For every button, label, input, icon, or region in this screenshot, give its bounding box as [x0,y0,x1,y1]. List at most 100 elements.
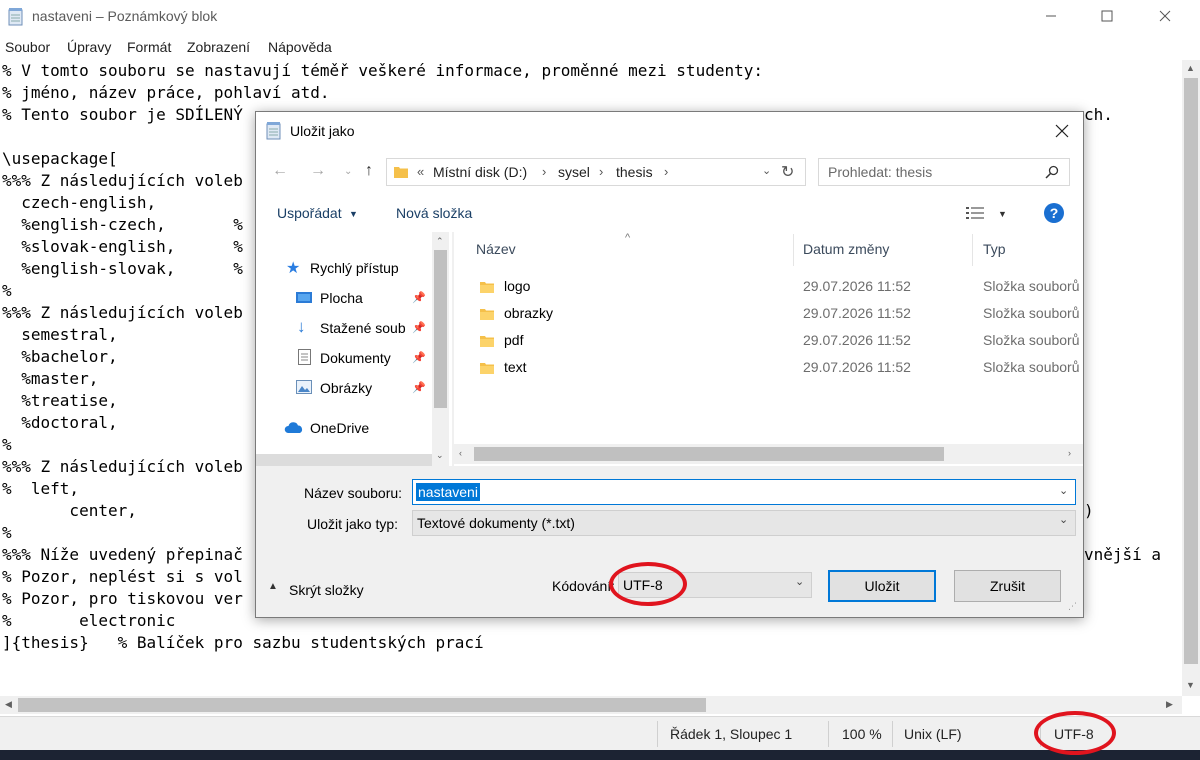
editor-vertical-scrollbar[interactable]: ▲ ▼ [1182,60,1200,696]
column-divider[interactable] [793,234,794,266]
code-line: %treatise, [2,391,118,410]
pin-icon: 📌 [412,382,426,394]
breadcrumb-folder-sysel[interactable]: sysel [558,164,590,180]
nav-item-selected-partial[interactable] [256,454,432,466]
column-header-type[interactable]: Typ [983,241,1006,257]
file-row[interactable]: pdf 29.07.2026 11:52 Složka souborů [454,328,1083,355]
forward-arrow-icon[interactable]: → [310,162,326,180]
status-divider [657,721,658,747]
filename-label: Název souboru: [304,485,403,501]
scroll-down-icon[interactable]: ▼ [1186,680,1195,690]
hide-folders-label: Skrýt složky [289,582,364,598]
code-line: %%% Z následujících voleb [2,457,243,476]
file-type: Složka souborů [983,278,1080,294]
maximize-button[interactable] [1084,0,1130,32]
column-header-date[interactable]: Datum změny [803,241,889,257]
column-divider[interactable] [972,234,973,266]
refresh-icon[interactable]: ↻ [781,162,794,182]
scroll-down-icon[interactable]: ⌄ [436,450,444,461]
scroll-right-icon[interactable]: › [1068,448,1071,458]
chevron-down-icon[interactable]: ⌄ [1059,513,1068,526]
svg-text:?: ? [1050,205,1059,221]
search-box[interactable]: Prohledat: thesis [818,158,1070,186]
search-icon[interactable] [1045,165,1059,179]
file-list-scrollbar[interactable]: ‹ › [454,444,1083,464]
address-dropdown-icon[interactable]: ⌄ [762,164,771,177]
close-window-button[interactable] [1142,0,1188,32]
chevron-down-icon[interactable]: ⌄ [795,575,804,588]
scroll-up-icon[interactable]: ⌃ [436,236,444,247]
breadcrumb-drive[interactable]: Místní disk (D:) [433,164,527,180]
cancel-button[interactable]: Zrušit [954,570,1061,602]
nav-item-documents[interactable]: Dokumenty 📌 [296,346,452,370]
nav-item-label: OneDrive [310,420,370,436]
annotation-circle-dialog-encoding [609,562,687,606]
filename-field[interactable]: nastaveni ⌄ [412,479,1076,505]
pictures-icon [296,380,312,394]
chevron-down-icon[interactable]: ▼ [349,209,358,219]
file-row[interactable]: text 29.07.2026 11:52 Složka souborů [454,355,1083,382]
file-row[interactable]: logo 29.07.2026 11:52 Složka souborů [454,274,1083,301]
organize-button[interactable]: Uspořádat [277,205,342,221]
code-line: %slovak-english, % [2,237,243,256]
hide-folders-toggle[interactable]: ▲ Skrýt složky [268,580,388,602]
file-name: text [504,359,527,375]
nav-item-desktop[interactable]: Plocha 📌 [296,286,452,310]
save-button[interactable]: Uložit [828,570,936,602]
view-options-icon[interactable] [966,206,984,220]
code-line: %english-slovak, % [2,259,243,278]
menu-file[interactable]: Soubor [5,39,50,55]
scrollbar-thumb[interactable] [18,698,706,712]
scroll-right-icon[interactable]: ▶ [1166,699,1173,710]
code-line: %%% Níže uvedený přepinač [2,545,243,564]
code-line: % jméno, název práce, pohlaví atd. [2,83,330,102]
scrollbar-thumb[interactable] [474,447,944,461]
back-arrow-icon[interactable]: ← [272,162,288,180]
nav-item-pictures[interactable]: Obrázky 📌 [296,376,452,400]
scroll-left-icon[interactable]: ◀ [5,699,12,710]
minimize-button[interactable] [1028,0,1074,32]
file-date: 29.07.2026 11:52 [803,332,911,348]
menu-help[interactable]: Nápověda [268,39,332,55]
scroll-left-icon[interactable]: ‹ [459,448,462,458]
chevron-up-icon: ▲ [268,581,278,592]
file-row[interactable]: obrazky 29.07.2026 11:52 Složka souborů [454,301,1083,328]
code-line: %master, [2,369,99,388]
recent-locations-chevron-icon[interactable]: ⌄ [344,166,352,177]
new-folder-button[interactable]: Nová složka [396,205,472,221]
status-divider [892,721,893,747]
navigation-pane: ★ Rychlý přístup Plocha 📌 ↓ Stažené soub… [256,232,452,466]
menu-edit[interactable]: Úpravy [67,39,111,55]
folder-icon [480,336,494,347]
close-icon [1159,10,1171,22]
editor-horizontal-scrollbar[interactable]: ◀ ▶ [0,696,1182,714]
address-bar[interactable]: « Místní disk (D:) › sysel › thesis › ⌄ … [386,158,806,186]
status-divider [828,721,829,747]
column-header-name[interactable]: Název [476,241,516,257]
file-date: 29.07.2026 11:52 [803,305,911,321]
code-line: \usepackage[ [2,149,118,168]
up-arrow-icon[interactable]: ↑ [365,162,373,180]
menu-format[interactable]: Formát [127,39,171,55]
breadcrumb-folder-thesis[interactable]: thesis [616,164,653,180]
filetype-select[interactable]: Textové dokumenty (*.txt) ⌄ [412,510,1076,536]
nav-item-downloads[interactable]: ↓ Stažené soub 📌 [296,316,452,340]
menu-view[interactable]: Zobrazení [187,39,250,55]
download-icon: ↓ [297,317,306,336]
help-icon[interactable]: ? [1043,202,1065,224]
nav-item-quick-access[interactable]: ★ Rychlý přístup [286,256,452,280]
chevron-down-icon[interactable]: ⌄ [1059,484,1068,497]
notepad-titlebar: nastaveni – Poznámkový blok [0,0,1200,34]
scrollbar-thumb[interactable] [434,250,447,408]
code-line: %bachelor, [2,347,118,366]
nav-item-onedrive[interactable]: OneDrive [284,416,452,440]
nav-pane-scrollbar[interactable]: ⌃ ⌄ [432,232,449,466]
dialog-close-button[interactable] [1042,116,1082,146]
search-input[interactable]: Prohledat: thesis [828,164,932,180]
resize-grip-icon[interactable]: ⋰ [1068,601,1077,612]
scrollbar-thumb[interactable] [1184,78,1198,664]
scroll-up-icon[interactable]: ▲ [1186,63,1195,73]
chevron-down-icon[interactable]: ▼ [998,209,1007,219]
code-line: % [2,435,12,454]
breadcrumb-overflow-icon[interactable]: « [417,164,424,179]
